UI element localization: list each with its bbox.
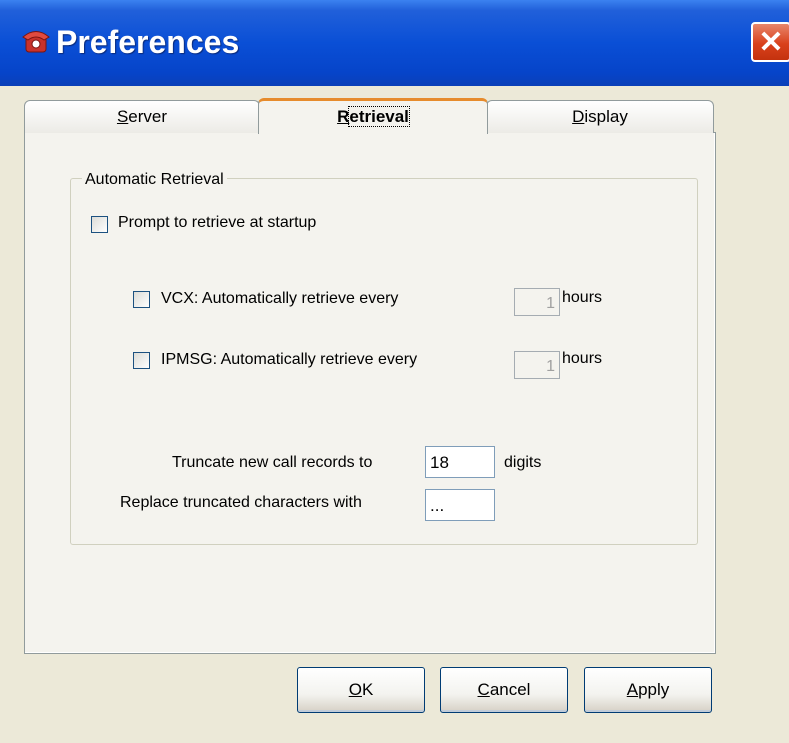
group-title: Automatic Retrieval (82, 171, 227, 189)
tab-server[interactable]: Server (24, 100, 260, 133)
tab-server-mnemonic: S (116, 107, 129, 126)
vcx-hours-unit: hours (562, 289, 603, 306)
apply-mnemonic: A (626, 680, 639, 699)
truncate-digits-input[interactable]: 18 (425, 446, 495, 478)
cancel-button[interactable]: Cancel (440, 667, 568, 713)
truncate-label: Truncate new call records to (172, 454, 373, 471)
ipmsg-auto-retrieve-checkbox[interactable] (133, 352, 150, 369)
tab-display[interactable]: Display (486, 100, 714, 133)
apply-label: pply (638, 680, 670, 699)
window-title: Preferences (56, 24, 240, 60)
ipmsg-hours-input[interactable]: 1 (514, 351, 560, 379)
vcx-hours-input[interactable]: 1 (514, 288, 560, 316)
ok-label: K (361, 680, 374, 699)
replace-label: Replace truncated characters with (120, 494, 362, 511)
vcx-auto-retrieve-checkbox[interactable] (133, 291, 150, 308)
truncate-unit: digits (504, 454, 542, 471)
prompt-at-startup-label[interactable]: Prompt to retrieve at startup (118, 214, 316, 232)
tab-display-label: isplay (584, 107, 628, 126)
ipmsg-auto-retrieve-label[interactable]: IPMSG: Automatically retrieve every (161, 351, 417, 369)
tab-retrieval[interactable]: Retrieval (258, 98, 488, 134)
prompt-at-startup-checkbox[interactable] (91, 216, 108, 233)
replace-chars-input[interactable]: ... (425, 489, 495, 521)
close-icon: ✕ (758, 26, 784, 59)
apply-button[interactable]: Apply (584, 667, 712, 713)
title-bar[interactable]: Preferences ✕ (0, 0, 789, 86)
tab-retrieval-label: etrieval (348, 106, 410, 127)
ipmsg-hours-unit: hours (562, 350, 603, 367)
tab-retrieval-mnemonic: R (337, 107, 350, 126)
cancel-label: ancel (489, 680, 531, 699)
telephone-icon (22, 31, 50, 53)
tab-display-mnemonic: D (572, 107, 585, 126)
ok-button[interactable]: OK (297, 667, 425, 713)
tab-server-label: erver (128, 107, 168, 126)
vcx-auto-retrieve-label[interactable]: VCX: Automatically retrieve every (161, 290, 398, 308)
ok-mnemonic: O (348, 680, 362, 699)
close-button[interactable]: ✕ (751, 22, 789, 62)
cancel-mnemonic: C (477, 680, 490, 699)
